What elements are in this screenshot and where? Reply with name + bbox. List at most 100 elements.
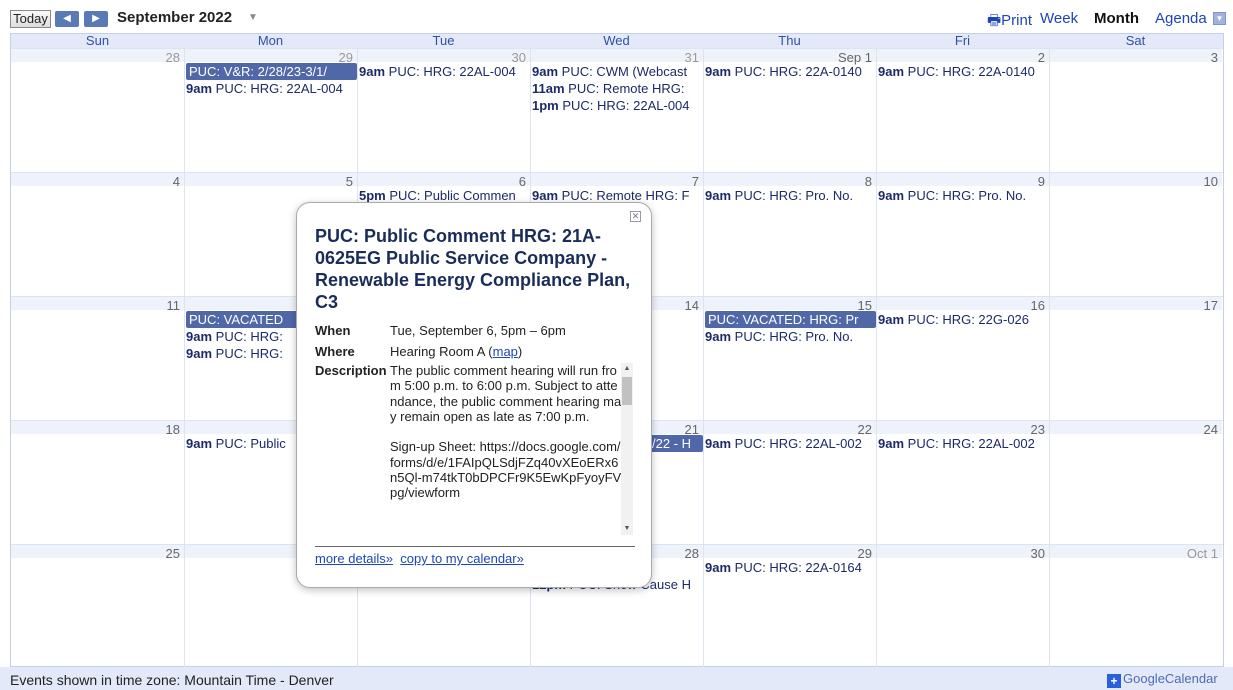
event-title: PUC: Public Comment HRG: 21A-0625EG Publ…: [315, 226, 631, 312]
weekday-label: Sat: [1125, 33, 1146, 48]
day-number[interactable]: 4: [173, 174, 180, 189]
day-number[interactable]: 11: [167, 298, 181, 313]
day-cell[interactable]: 17: [1049, 297, 1222, 421]
close-icon[interactable]: ✕: [630, 211, 641, 222]
tab-month[interactable]: Month: [1094, 10, 1139, 27]
allday-event-chip[interactable]: PUC: VACATED: HRG: Pr: [705, 311, 876, 328]
event-title: PUC: HRG:: [212, 346, 283, 361]
print-button[interactable]: 🖶Print: [987, 10, 1032, 35]
day-cell[interactable]: 30: [876, 545, 1049, 669]
day-number[interactable]: 17: [1204, 298, 1218, 313]
scroll-up-icon[interactable]: ▲: [621, 363, 633, 375]
event-time: 9am: [705, 329, 732, 344]
google-calendar-button[interactable]: + GoogleCalendar: [1107, 671, 1218, 688]
footer: Events shown in time zone: Mountain Time…: [0, 667, 1233, 690]
when-value: Tue, September 6, 5pm – 6pm: [390, 323, 566, 338]
day-number[interactable]: 30: [1031, 546, 1045, 561]
event-time: 9am: [705, 436, 732, 451]
today-button[interactable]: Today: [10, 10, 51, 28]
calendar-event[interactable]: 9am PUC: HRG: 22AL-004: [359, 63, 530, 80]
map-link[interactable]: map: [493, 344, 518, 359]
event-title: PUC: HRG: 22G-026: [904, 312, 1030, 327]
event-time: 9am: [705, 560, 732, 575]
day-cell[interactable]: 10: [1049, 173, 1222, 297]
where-close: ): [517, 344, 523, 359]
day-header-bar: [358, 173, 530, 186]
event-title: PUC: HRG: 22A-0164: [731, 560, 862, 575]
day-number[interactable]: 24: [1204, 422, 1218, 437]
divider: [315, 546, 635, 547]
day-header-bar: [1050, 173, 1222, 186]
day-number[interactable]: 18: [166, 422, 180, 437]
tab-agenda[interactable]: Agenda: [1155, 10, 1207, 27]
weekday-header: Sun Mon Tue Wed Thu Fri Sat: [11, 34, 1223, 48]
day-cell[interactable]: 11: [11, 297, 184, 421]
calendar-event[interactable]: 9am PUC: HRG: 22A-0164: [705, 559, 876, 576]
day-number[interactable]: 3: [1211, 50, 1218, 65]
when-label: When: [315, 323, 351, 338]
where-label: Where: [315, 344, 355, 359]
calendar-event[interactable]: 9am PUC: HRG: Pro. No.: [878, 187, 1049, 204]
chevron-down-icon[interactable]: ▼: [248, 12, 258, 23]
weekday-label: Fri: [954, 33, 971, 48]
allday-event-chip[interactable]: PUC: V&R: 2/28/23-3/1/: [186, 63, 357, 80]
day-cell[interactable]: 25: [11, 545, 184, 669]
day-cell[interactable]: 18: [11, 421, 184, 545]
event-time: 5pm: [359, 188, 386, 203]
event-title: /22 - H: [652, 436, 692, 451]
day-header-bar: [1050, 297, 1222, 310]
copy-to-calendar-link[interactable]: copy to my calendar»: [400, 551, 524, 566]
event-time: 9am: [878, 64, 905, 79]
day-number[interactable]: 28: [166, 50, 180, 65]
day-cell[interactable]: Oct 1: [1049, 545, 1222, 669]
calendar-event[interactable]: 9am PUC: HRG: 22G-026: [878, 311, 1049, 328]
day-cell[interactable]: 24: [1049, 421, 1222, 545]
allday-event-chip[interactable]: /22 - H: [649, 435, 703, 452]
calendar-event[interactable]: 9am PUC: HRG: 22AL-004: [186, 80, 357, 97]
day-cell[interactable]: 28: [11, 49, 184, 173]
day-header-bar: [704, 297, 876, 310]
next-month-button[interactable]: ▶: [84, 11, 108, 27]
calendar-event[interactable]: 9am PUC: HRG: 22A-0140: [878, 63, 1049, 80]
where-text: Hearing Room A (: [390, 344, 493, 359]
where-value: Hearing Room A (map): [390, 344, 522, 359]
event-title: PUC: HRG: 22A-0140: [731, 64, 862, 79]
calendar-event[interactable]: 9am PUC: HRG: 22A-0140: [705, 63, 876, 80]
day-number[interactable]: 25: [166, 546, 180, 561]
calendar-event[interactable]: 1pm PUC: HRG: 22AL-004: [532, 97, 703, 114]
description-label: Description: [315, 363, 387, 378]
view-menu-dropdown[interactable]: ▼: [1213, 12, 1226, 25]
weekday-label: Mon: [257, 33, 284, 48]
scroll-thumb[interactable]: [622, 377, 632, 405]
scroll-down-icon[interactable]: ▼: [621, 523, 633, 535]
description-text[interactable]: The public comment hearing will run from…: [390, 363, 623, 535]
month-title[interactable]: September 2022: [117, 9, 232, 26]
event-title: PUC: HRG: 22AL-004: [212, 81, 343, 96]
day-number[interactable]: 5: [346, 174, 353, 189]
day-number[interactable]: 10: [1204, 174, 1218, 189]
event-time: 9am: [359, 64, 386, 79]
chevron-right-icon: ▶: [92, 13, 100, 24]
day-number[interactable]: Oct 1: [1187, 546, 1218, 561]
more-details-link[interactable]: more details»: [315, 551, 393, 566]
day-cell[interactable]: 4: [11, 173, 184, 297]
calendar-event[interactable]: 9am PUC: HRG: Pro. No.: [705, 328, 876, 345]
day-header-bar: [877, 545, 1049, 558]
brand-label: GoogleCalendar: [1123, 671, 1218, 686]
event-title: PUC: Remote HRG: F: [558, 188, 690, 203]
tab-week[interactable]: Week: [1040, 10, 1078, 27]
calendar-event[interactable]: 9am PUC: CWM (Webcast: [532, 63, 703, 80]
event-time: 9am: [186, 346, 213, 361]
event-time: 9am: [705, 64, 732, 79]
description-scrollbar[interactable]: ▲ ▼: [621, 363, 633, 535]
event-title: PUC: Remote HRG:: [564, 81, 685, 96]
calendar-event[interactable]: 9am PUC: HRG: Pro. No.: [705, 187, 876, 204]
calendar-event[interactable]: 9am PUC: HRG: 22AL-002: [705, 435, 876, 452]
day-header-bar: [877, 297, 1049, 310]
calendar-event[interactable]: 9am PUC: HRG: 22AL-002: [878, 435, 1049, 452]
day-cell[interactable]: 3: [1049, 49, 1222, 173]
calendar-event[interactable]: 11am PUC: Remote HRG:: [532, 80, 703, 97]
day-header-bar: [531, 49, 703, 62]
event-title: PUC: HRG: Pro. No.: [731, 329, 854, 344]
previous-month-button[interactable]: ◀: [55, 11, 79, 27]
